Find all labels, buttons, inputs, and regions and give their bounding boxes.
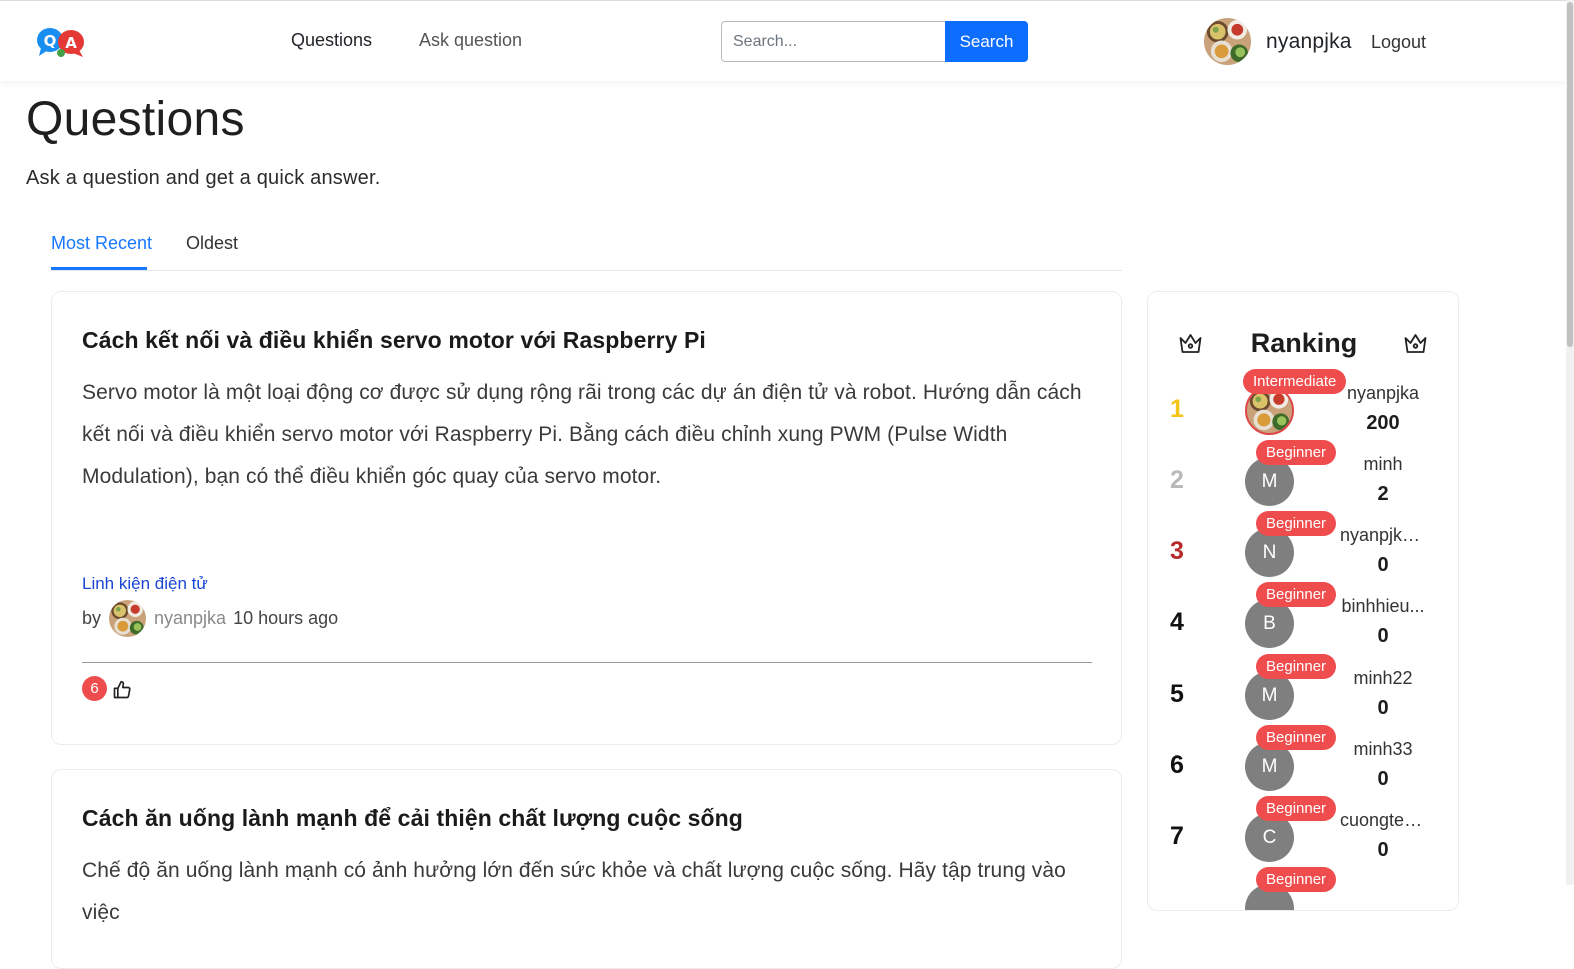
like-count-badge: 6 [82,676,107,701]
page-subtitle: Ask a question and get a quick answer. [26,167,381,189]
nav-ask-question-link[interactable]: Ask question [419,30,522,51]
ranking-row: 3 N Beginner nyanpjka... 0 [1148,511,1458,582]
rank-username[interactable]: minh [1340,454,1426,475]
nav-questions-link[interactable]: Questions [291,30,372,51]
level-badge: Beginner [1256,796,1337,821]
ranking-row: 1 Intermediate nyanpjka 200 [1148,369,1458,440]
author-avatar[interactable] [109,600,146,637]
logout-link[interactable]: Logout [1371,32,1426,53]
question-title[interactable]: Cách ăn uống lành mạnh để cải thiện chất… [82,805,743,832]
tab-oldest[interactable]: Oldest [186,233,238,254]
question-tag-link[interactable]: Linh kiện điện tử [82,574,208,594]
ranking-row: 2 M Beginner minh 2 [1148,440,1458,511]
level-badge: Intermediate [1243,369,1347,394]
rank-username[interactable]: nyanpjka... [1340,525,1426,546]
ranking-row: 5 M Beginner minh22 0 [1148,654,1458,725]
nav-username[interactable]: nyanpjka [1266,30,1352,54]
search-input[interactable] [721,21,947,62]
question-card: Cách kết nối và điều khiển servo motor v… [51,291,1122,745]
question-title[interactable]: Cách kết nối và điều khiển servo motor v… [82,327,706,354]
rank-points: 2 [1377,483,1389,505]
question-time: 10 hours ago [233,607,339,628]
sort-tabs: Most Recent Oldest [51,222,1122,271]
ranking-panel: Ranking 1 Intermediate nyanpjka 200 2 M Beginn… [1147,291,1459,911]
search-button[interactable]: Search [945,21,1028,62]
rank-number: 5 [1170,680,1184,708]
crown-icon [1404,334,1427,353]
level-badge: Beginner [1256,440,1337,465]
ranking-row: 6 M Beginner minh33 0 [1148,725,1458,796]
svg-text:Q: Q [44,32,57,50]
rank-points: 0 [1377,839,1389,861]
thumbs-up-icon[interactable] [112,680,132,700]
ranking-row: 7 C Beginner cuongtes... 0 [1148,796,1458,867]
rank-number: 7 [1170,822,1184,850]
rank-points: 0 [1377,697,1389,719]
rank-number: 6 [1170,751,1184,779]
level-badge: Beginner [1256,511,1337,536]
question-author-row: by nyanpjka 10 hours ago [82,599,338,637]
active-tab-indicator [51,267,147,270]
rank-points: 0 [1377,625,1389,647]
page-title: Questions [26,93,245,146]
qa-logo-icon[interactable]: Q A [35,26,87,58]
rank-username[interactable]: minh33 [1340,739,1426,760]
level-badge: Beginner [1256,654,1337,679]
rank-username[interactable]: binhhieu... [1340,596,1426,617]
question-body: Servo motor là một loại động cơ được sử … [82,381,1082,488]
user-avatar[interactable] [1204,18,1251,65]
page-scrollbar[interactable] [1566,0,1574,885]
rank-number: 1 [1170,395,1184,423]
question-body: Chế độ ăn uống lành mạnh có ảnh hưởng lớ… [82,859,1066,924]
rank-username[interactable]: nyanpjka [1340,383,1426,404]
by-label: by [82,607,102,628]
rank-number: 3 [1170,537,1184,565]
top-navbar: Q A Questions Ask question Search nyanpj… [0,0,1566,81]
rank-username[interactable]: cuongtes... [1340,810,1426,831]
level-badge: Beginner [1256,582,1337,607]
card-divider [82,662,1092,663]
level-badge: Beginner [1256,725,1337,750]
ranking-row: Beginner [1148,867,1458,910]
question-card: Cách ăn uống lành mạnh để cải thiện chất… [51,769,1122,969]
rank-number: 4 [1170,608,1184,636]
level-badge: Beginner [1256,867,1337,892]
scrollbar-thumb[interactable] [1567,2,1573,347]
svg-text:A: A [65,34,77,52]
rank-points: 200 [1366,412,1400,434]
ranking-row: 4 B Beginner binhhieu... 0 [1148,582,1458,653]
author-username[interactable]: nyanpjka [154,608,226,629]
rank-points: 0 [1377,554,1389,576]
rank-username[interactable]: minh22 [1340,668,1426,689]
rank-number: 2 [1170,466,1184,494]
rank-points: 0 [1377,768,1389,790]
tab-most-recent[interactable]: Most Recent [51,233,152,254]
